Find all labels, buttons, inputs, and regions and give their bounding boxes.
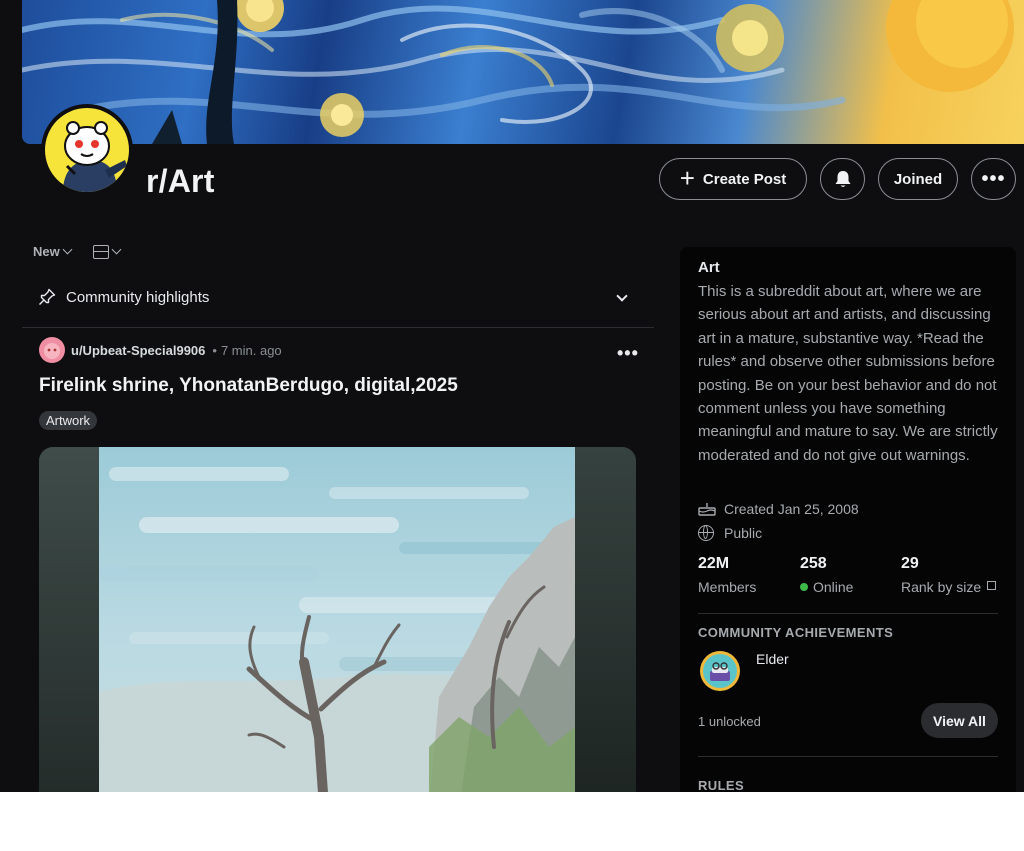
post-author[interactable]: u/Upbeat-Special9906 — [71, 343, 205, 358]
highlights-label: Community highlights — [66, 288, 210, 306]
rank-stat[interactable]: 29 Rank by size — [901, 555, 997, 595]
post-image[interactable] — [39, 447, 636, 792]
sidebar-title: Art — [698, 259, 720, 276]
unlocked-count: 1 unlocked — [698, 714, 761, 729]
elder-achievement-icon[interactable] — [700, 651, 740, 691]
joined-label: Joined — [893, 170, 943, 188]
painting-image — [99, 447, 575, 792]
created-date: Created Jan 25, 2008 — [698, 501, 859, 517]
notification-bell-button[interactable] — [820, 158, 865, 200]
pin-icon — [39, 288, 56, 305]
post-timestamp: 7 min. ago — [220, 342, 282, 358]
cake-icon — [698, 503, 716, 516]
community-banner — [22, 0, 1024, 144]
post-header: u/Upbeat-Special9906 • 7 min. ago — [39, 337, 282, 363]
visibility-text: Public — [724, 525, 763, 541]
community-avatar[interactable] — [41, 104, 133, 196]
app-window: r/Art + Create Post Joined ••• New Commu… — [0, 0, 1024, 792]
rank-label: Rank by size — [901, 579, 982, 595]
image-blur-left — [39, 447, 99, 792]
external-link-icon — [987, 580, 997, 590]
chevron-down-icon — [62, 244, 73, 255]
rules-heading: RULES — [698, 778, 745, 792]
community-name: r/Art — [146, 163, 215, 199]
sort-dropdown[interactable]: New — [33, 244, 73, 259]
members-label: Members — [698, 579, 757, 595]
rank-value: 29 — [901, 555, 919, 572]
online-stat: 258 Online — [800, 555, 853, 595]
online-count: 258 — [800, 555, 827, 572]
divider — [698, 756, 998, 757]
members-count: 22M — [698, 555, 730, 572]
create-post-button[interactable]: + Create Post — [659, 158, 807, 200]
divider — [698, 613, 998, 614]
view-layout-dropdown[interactable] — [79, 244, 122, 259]
post-more-button[interactable]: ••• — [617, 343, 639, 364]
community-description: This is a subreddit about art, where we … — [698, 283, 998, 464]
chevron-down-icon — [111, 244, 122, 255]
post-flair[interactable]: Artwork — [39, 411, 98, 430]
joined-button[interactable]: Joined — [878, 158, 958, 200]
achievements-heading: COMMUNITY ACHIEVEMENTS — [698, 625, 894, 640]
plus-icon: + — [679, 163, 695, 193]
create-post-label: Create Post — [702, 170, 787, 188]
online-status-icon — [800, 583, 808, 591]
card-layout-icon — [92, 244, 109, 259]
chevron-down-icon — [616, 290, 628, 302]
feed-controls: New — [33, 244, 122, 259]
separator-dot: • — [212, 342, 217, 358]
sort-label: New — [33, 244, 60, 259]
post-title[interactable]: Firelink shrine, YhonatanBerdugo, digita… — [39, 375, 458, 397]
image-blur-right — [575, 447, 636, 792]
view-all-button[interactable]: View All — [921, 703, 998, 738]
achievement-name: Elder — [756, 651, 789, 667]
community-highlights-toggle[interactable]: Community highlights — [38, 288, 634, 306]
divider — [22, 327, 654, 328]
members-stat: 22M Members — [698, 555, 756, 595]
snoo-artist-icon — [45, 108, 129, 192]
community-sidebar: Art This is a subreddit about art, where… — [680, 247, 1016, 792]
visibility: Public — [698, 525, 762, 541]
created-text: Created Jan 25, 2008 — [724, 501, 859, 517]
online-label: Online — [813, 579, 854, 595]
globe-icon — [698, 525, 714, 541]
community-more-button[interactable]: ••• — [971, 158, 1016, 200]
user-avatar[interactable] — [39, 337, 65, 363]
more-options-icon: ••• — [981, 167, 1006, 190]
bell-icon — [835, 171, 850, 187]
